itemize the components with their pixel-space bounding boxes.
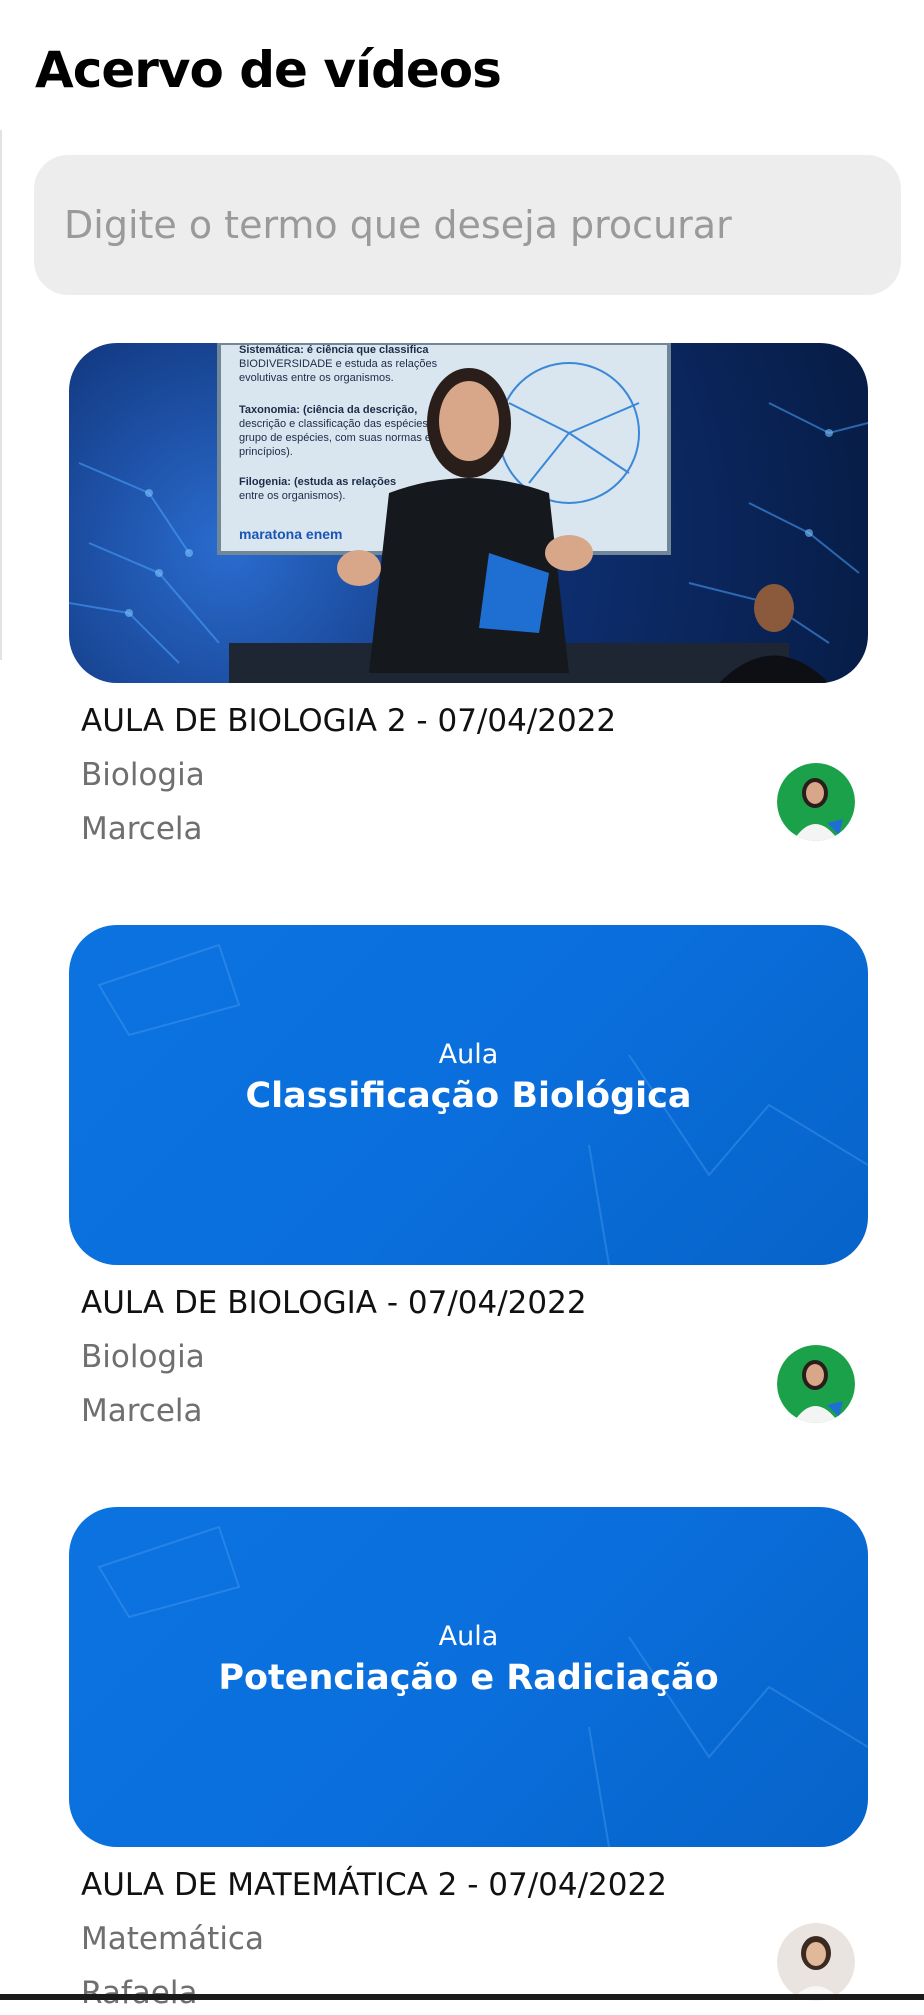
- video-title[interactable]: AULA DE BIOLOGIA - 07/04/2022: [81, 1281, 587, 1325]
- classroom-photo: Sistemática: é ciência que classifica BI…: [69, 343, 868, 683]
- teacher-avatar: [777, 1345, 855, 1423]
- video-title[interactable]: AULA DE BIOLOGIA 2 - 07/04/2022: [81, 699, 616, 743]
- video-teacher: Rafaela: [81, 1975, 198, 2011]
- page-title: Acervo de vídeos: [35, 41, 502, 99]
- video-card[interactable]: Sistemática: é ciência que classifica BI…: [69, 343, 868, 847]
- thumbnail-subtitle: Aula: [438, 1621, 499, 1652]
- video-teacher: Marcela: [81, 811, 203, 847]
- video-title[interactable]: AULA DE MATEMÁTICA 2 - 07/04/2022: [81, 1863, 667, 1907]
- teacher-avatar: [777, 1923, 855, 2001]
- svg-text:Taxonomia: (ciência da descriç: Taxonomia: (ciência da descrição,: [239, 404, 417, 416]
- video-thumbnail[interactable]: Sistemática: é ciência que classifica BI…: [69, 343, 868, 683]
- svg-text:BIODIVERSIDADE e estuda as rel: BIODIVERSIDADE e estuda as relações: [239, 358, 438, 370]
- video-subject: Matemática: [81, 1921, 264, 1957]
- video-teacher: Marcela: [81, 1393, 203, 1429]
- video-thumbnail[interactable]: Aula Potenciação e Radiciação: [69, 1507, 868, 1847]
- left-edge-divider: [0, 130, 2, 660]
- bottom-edge-bar: [0, 1994, 924, 2000]
- svg-text:grupo de espécies, com suas no: grupo de espécies, com suas normas e: [239, 432, 431, 444]
- video-thumbnail[interactable]: Aula Classificação Biológica: [69, 925, 868, 1265]
- thumbnail-subtitle: Aula: [438, 1039, 499, 1070]
- video-subject: Biologia: [81, 757, 205, 793]
- svg-text:Sistemática: é ciência que cla: Sistemática: é ciência que classifica: [239, 344, 429, 356]
- video-card[interactable]: Aula Potenciação e Radiciação AULA DE MA…: [69, 1507, 868, 2011]
- search-box[interactable]: [34, 155, 901, 295]
- thumbnail-title: Classificação Biológica: [245, 1076, 692, 1116]
- svg-text:maratona enem: maratona enem: [239, 526, 342, 542]
- video-card[interactable]: Aula Classificação Biológica AULA DE BIO…: [69, 925, 868, 1429]
- thumbnail-title: Potenciação e Radiciação: [218, 1658, 719, 1698]
- svg-text:Filogenia: (estuda as relações: Filogenia: (estuda as relações: [239, 476, 396, 488]
- svg-text:princípios).: princípios).: [239, 446, 293, 458]
- teacher-avatar: [777, 763, 855, 841]
- video-subject: Biologia: [81, 1339, 205, 1375]
- svg-text:evolutivas entre os organismos: evolutivas entre os organismos.: [239, 372, 394, 384]
- svg-text:descrição e classificação das: descrição e classificação das espécies,: [239, 418, 431, 430]
- search-input[interactable]: [62, 202, 901, 248]
- svg-text:entre os organismos).: entre os organismos).: [239, 490, 345, 502]
